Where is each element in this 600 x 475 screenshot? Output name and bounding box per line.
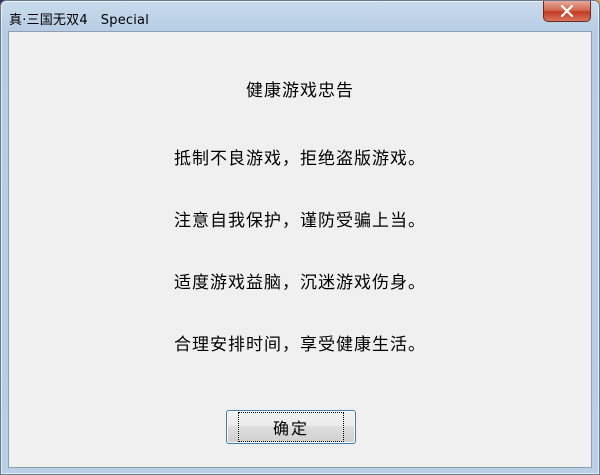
dialog-content: 健康游戏忠告 抵制不良游戏，拒绝盗版游戏。 注意自我保护，谨防受骗上当。 适度游… xyxy=(8,31,592,468)
close-icon xyxy=(560,5,574,17)
ok-button[interactable]: 确定 xyxy=(226,410,356,444)
window-title: 真·三国无双4 Special xyxy=(9,13,150,28)
dialog-window: 真·三国无双4 Special 健康游戏忠告 抵制不良游戏，拒绝盗版游戏。 注意… xyxy=(0,0,600,475)
advice-line-2: 注意自我保护，谨防受骗上当。 xyxy=(174,211,426,231)
ok-button-label: 确定 xyxy=(237,412,344,442)
advice-line-4: 合理安排时间，享受健康生活。 xyxy=(174,335,426,355)
advice-line-3: 适度游戏益脑，沉迷游戏伤身。 xyxy=(174,273,426,293)
advice-line-1: 抵制不良游戏，拒绝盗版游戏。 xyxy=(174,149,426,169)
close-button[interactable] xyxy=(543,1,591,22)
dialog-heading: 健康游戏忠告 xyxy=(246,81,354,101)
title-bar[interactable]: 真·三国无双4 Special xyxy=(1,1,599,31)
